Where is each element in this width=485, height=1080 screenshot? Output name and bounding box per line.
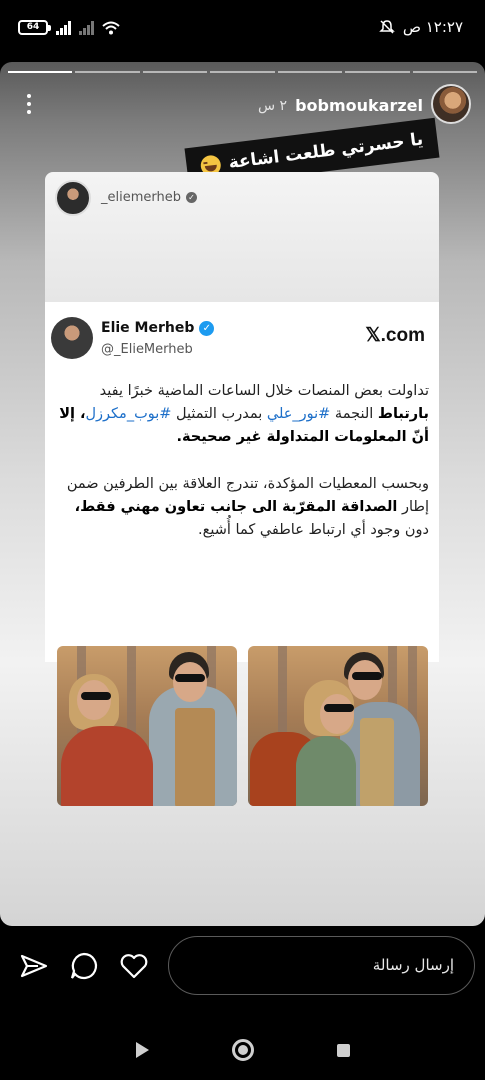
- signal-icon: [56, 20, 71, 35]
- status-right: ١٢:٢٧ ص: [379, 18, 463, 36]
- story-viewer[interactable]: ٢ س bobmoukarzel يا حسرتي طلعت اشاعة _el…: [0, 62, 485, 926]
- comment-icon[interactable]: [68, 950, 100, 982]
- tweet-paragraph-1: تداولت بعض المنصات خلال الساعات الماضية …: [59, 383, 429, 445]
- hashtag[interactable]: #بوب_مكرزل: [86, 406, 172, 422]
- x-logo: 𝕏.com: [365, 325, 425, 346]
- verified-badge-icon: ✓: [199, 320, 215, 336]
- tweet-author: Elie Merheb ✓: [101, 320, 215, 336]
- home-icon[interactable]: [232, 1039, 254, 1061]
- sticker-text: يا حسرتي طلعت اشاعة: [227, 129, 425, 174]
- tweet-photos: [45, 646, 439, 806]
- mute-icon: [379, 20, 395, 34]
- avatar[interactable]: [431, 84, 471, 124]
- wifi-icon: [102, 21, 120, 34]
- recent-apps-icon[interactable]: [337, 1044, 350, 1057]
- tweet-avatar: [51, 317, 93, 359]
- system-nav-bar: [0, 1010, 485, 1080]
- post-avatar[interactable]: [55, 180, 91, 216]
- story-username[interactable]: bobmoukarzel: [295, 96, 423, 115]
- story-time: ٢ س: [258, 98, 288, 114]
- status-icons: 64: [18, 20, 120, 35]
- tweet-photo-1[interactable]: [57, 646, 237, 806]
- post-username[interactable]: _eliemerheb ✓: [101, 190, 197, 205]
- tweet-photo-2[interactable]: [248, 646, 428, 806]
- verified-icon: ✓: [186, 192, 197, 203]
- clock: ١٢:٢٧ ص: [402, 18, 463, 36]
- post-header: _eliemerheb ✓: [45, 172, 439, 302]
- hashtag[interactable]: #نور_علي: [267, 406, 330, 422]
- post-username-text: _eliemerheb: [101, 190, 181, 205]
- story-progress: [8, 71, 477, 73]
- more-options-icon[interactable]: [24, 94, 34, 118]
- tweet-card: Elie Merheb ✓ @_ElieMerheb 𝕏.com تداولت …: [45, 302, 439, 662]
- message-input[interactable]: إرسال رسالة: [168, 936, 475, 995]
- status-bar: 64 ١٢:٢٧ ص: [0, 0, 485, 58]
- tweet-paragraph-2: وبحسب المعطيات المؤكدة، تندرج العلاقة بي…: [66, 476, 429, 538]
- back-icon[interactable]: [136, 1042, 149, 1058]
- shared-post[interactable]: _eliemerheb ✓ Elie Merheb ✓ @_ElieMerheb…: [45, 172, 439, 806]
- tweet-author-name: Elie Merheb: [101, 320, 195, 336]
- battery-icon: 64: [18, 20, 51, 35]
- tweet-handle: @_ElieMerheb: [101, 342, 193, 357]
- story-reply-bar: إرسال رسالة: [0, 930, 485, 1002]
- share-icon[interactable]: [18, 950, 50, 982]
- signal-icon-2: [79, 20, 94, 35]
- tweet-text: تداولت بعض المنصات خلال الساعات الماضية …: [59, 380, 429, 566]
- like-icon[interactable]: [118, 950, 150, 982]
